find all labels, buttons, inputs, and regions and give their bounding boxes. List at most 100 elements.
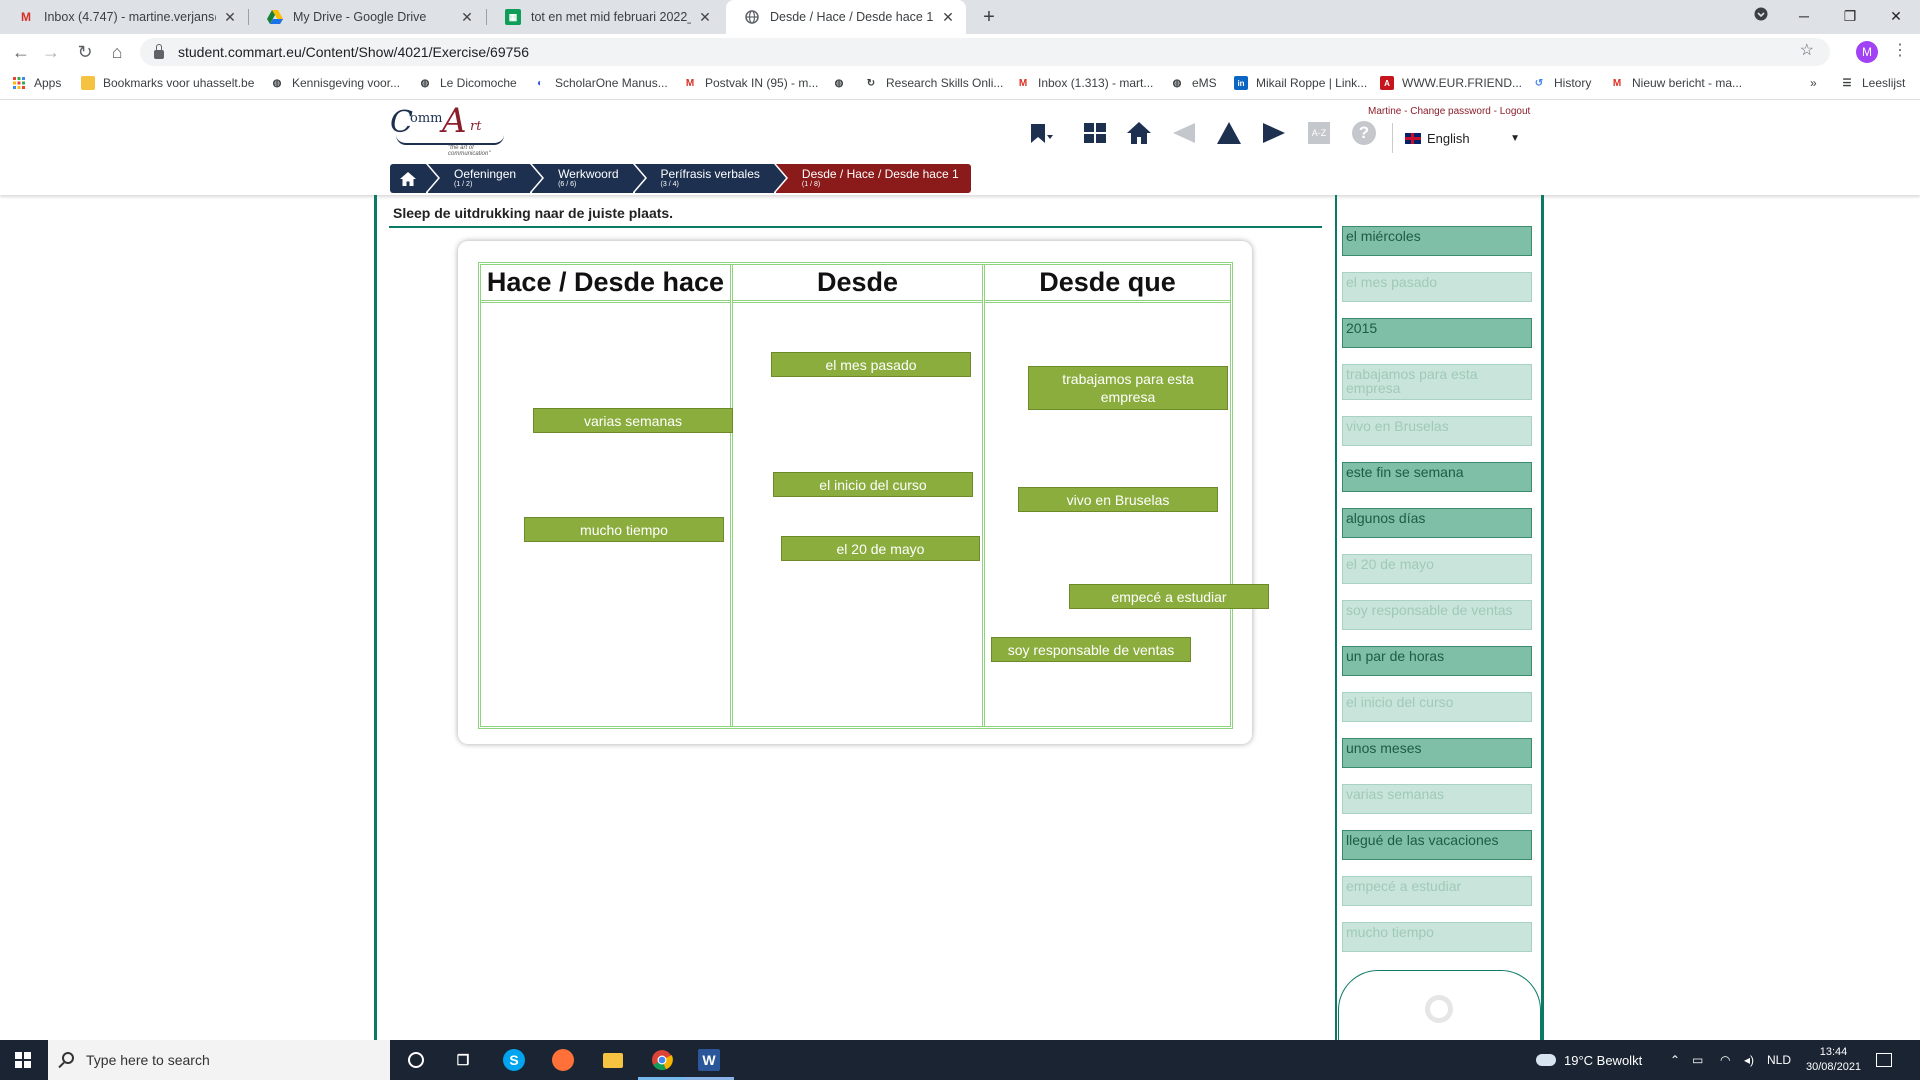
user-links[interactable]: Martine - Change password - Logout — [1368, 106, 1530, 117]
pool-item[interactable]: algunos días — [1342, 508, 1532, 538]
bookmarks-bar: Apps Bookmarks voor uhasselt.be ◍ Kennis… — [0, 70, 1920, 100]
breadcrumb-werkwoord[interactable]: Werkwoord (6 / 6) — [532, 164, 648, 193]
pool-item: empecé a estudiar — [1342, 876, 1532, 906]
pool-item[interactable]: llegué de las vacaciones — [1342, 830, 1532, 860]
bookmark-nieuw-bericht[interactable]: M Nieuw bericht - ma... — [1610, 76, 1742, 90]
back-icon[interactable]: ← — [8, 39, 34, 65]
placed-chip[interactable]: empecé a estudiar — [1069, 584, 1269, 609]
pool-item: mucho tiempo — [1342, 922, 1532, 952]
home-icon — [400, 171, 416, 186]
bookmark-linkedin[interactable]: in Mikail Roppe | Link... — [1234, 76, 1367, 90]
skype-icon[interactable]: S — [503, 1049, 525, 1071]
breadcrumb-perifrasis[interactable]: Perífrasis verbales (3 / 4) — [634, 164, 789, 193]
weather-widget[interactable]: 19°C Bewolkt — [1536, 1040, 1642, 1080]
placed-chip[interactable]: varias semanas — [533, 408, 733, 433]
notifications-icon[interactable] — [1876, 1040, 1892, 1080]
globe-icon: ◍ — [834, 77, 844, 89]
placed-chip[interactable]: el 20 de mayo — [781, 536, 980, 561]
profile-avatar[interactable]: M — [1856, 41, 1878, 63]
placed-chip[interactable]: mucho tiempo — [524, 517, 724, 542]
cortana-icon[interactable] — [404, 1048, 428, 1072]
file-explorer-icon[interactable] — [601, 1048, 625, 1072]
placed-chip[interactable]: soy responsable de ventas — [991, 637, 1191, 662]
bookmark-kennisgeving[interactable]: ◍ Kennisgeving voor... — [270, 76, 400, 90]
language-select[interactable]: English ▼ — [1392, 123, 1528, 153]
bookmark-uhasselt[interactable]: Bookmarks voor uhasselt.be — [81, 76, 254, 90]
taskbar-search-input[interactable]: Type here to search — [48, 1040, 390, 1080]
input-language[interactable]: NLD — [1767, 1040, 1791, 1080]
az-icon[interactable]: A-Z — [1304, 118, 1334, 148]
minimize-icon[interactable]: ─ — [1781, 0, 1827, 34]
placed-chip[interactable]: trabajamos para esta empresa — [1028, 366, 1228, 410]
pool-item[interactable]: el miércoles — [1342, 226, 1532, 256]
star-icon[interactable]: ☆ — [1800, 40, 1814, 60]
bookmark-globe[interactable]: ◍ — [832, 76, 854, 90]
grid-icon[interactable] — [1080, 118, 1110, 148]
chrome-icon[interactable] — [650, 1048, 674, 1072]
column-header: Hace / Desde hace — [481, 265, 730, 303]
restore-icon[interactable]: ❐ — [1827, 0, 1873, 34]
reading-list-icon: ☰ — [1842, 77, 1852, 89]
close-icon[interactable]: ✕ — [459, 9, 475, 26]
close-icon[interactable]: ✕ — [697, 9, 713, 26]
help-icon[interactable]: ? — [1349, 118, 1379, 148]
placed-chip[interactable]: el inicio del curso — [773, 472, 973, 497]
pool-item: soy responsable de ventas — [1342, 600, 1532, 630]
close-icon[interactable]: ✕ — [222, 9, 238, 26]
menu-icon[interactable]: ⋮ — [1892, 40, 1908, 60]
drop-column-hace[interactable]: Hace / Desde hace — [481, 265, 733, 726]
reload-icon[interactable]: ↻ — [72, 39, 98, 65]
commart-logo[interactable]: C omm A rt "the art of communication" — [390, 101, 512, 157]
bookmark-apps[interactable]: Apps — [12, 76, 61, 90]
bookmark-postvak[interactable]: M Postvak IN (95) - m... — [683, 76, 819, 90]
clock-date: 30/08/2021 — [1806, 1061, 1862, 1073]
placed-chip[interactable]: el mes pasado — [771, 352, 971, 377]
reading-list-button[interactable]: ☰ Leeslijst — [1840, 76, 1906, 90]
scholarone-icon: ◐ — [536, 77, 544, 89]
gmail-icon: M — [685, 77, 695, 89]
word-icon[interactable]: W — [698, 1049, 720, 1071]
pool-item[interactable]: este fin se semana — [1342, 462, 1532, 492]
url-text[interactable]: student.commart.eu/Content/Show/4021/Exe… — [178, 44, 529, 60]
battery-icon[interactable]: ▭ — [1692, 1040, 1703, 1080]
tab-exercise[interactable]: Desde / Hace / Desde hace 1 ✕ — [726, 0, 966, 34]
close-icon[interactable]: ✕ — [940, 9, 956, 26]
breadcrumb-oefeningen[interactable]: Oefeningen (1 / 2) — [428, 164, 545, 193]
bookmark-dropdown-icon[interactable] — [1026, 118, 1056, 148]
show-hidden-icons[interactable]: ⌃ — [1670, 1040, 1680, 1080]
windows-start-icon[interactable] — [15, 1052, 31, 1068]
tab-search-icon[interactable] — [1738, 0, 1784, 34]
home-icon[interactable]: ⌂ — [104, 39, 130, 65]
home-icon[interactable] — [1124, 118, 1154, 148]
bookmark-eur-friend[interactable]: A WWW.EUR.FRIEND... — [1380, 76, 1522, 90]
pool-item[interactable]: unos meses — [1342, 738, 1532, 768]
tab-google-drive[interactable]: My Drive - Google Drive ✕ — [249, 0, 485, 34]
close-window-icon[interactable]: ✕ — [1873, 0, 1919, 34]
bookmark-research-skills[interactable]: ↻ Research Skills Onli... — [864, 76, 1004, 90]
clock[interactable]: 13:44 30/08/2021 — [1806, 1040, 1861, 1080]
task-view-icon[interactable]: ❐ — [451, 1048, 475, 1072]
up-arrow-icon[interactable] — [1214, 118, 1244, 148]
pool-item[interactable]: un par de horas — [1342, 646, 1532, 676]
breadcrumb-home[interactable] — [390, 164, 440, 193]
bookmark-ems[interactable]: ◍ eMS — [1170, 76, 1217, 90]
placed-chip[interactable]: vivo en Bruselas — [1018, 487, 1218, 512]
omnibox[interactable]: student.commart.eu/Content/Show/4021/Exe… — [140, 38, 1830, 66]
volume-icon[interactable]: ◂) — [1744, 1040, 1754, 1080]
new-tab-button[interactable]: + — [976, 4, 1002, 30]
firefox-icon[interactable] — [552, 1049, 574, 1071]
uk-flag-icon — [1405, 132, 1421, 144]
forward-icon[interactable]: → — [38, 39, 64, 65]
bookmark-inbox[interactable]: M Inbox (1.313) - mart... — [1016, 76, 1154, 90]
tab-gmail-inbox[interactable]: M Inbox (4.747) - martine.verjans@ ✕ — [0, 0, 248, 34]
tab-google-sheets[interactable]: ▦ tot en met mid februari 2022_Sc ✕ — [487, 0, 723, 34]
bookmark-dicomoche[interactable]: ◍ Le Dicomoche — [418, 76, 517, 90]
bookmark-scholarone[interactable]: ◐ ScholarOne Manus... — [533, 76, 668, 90]
more-bookmarks-button[interactable]: » — [1810, 76, 1817, 90]
wifi-icon[interactable]: ◠ — [1720, 1040, 1730, 1080]
folder-icon — [81, 76, 95, 90]
bookmark-history[interactable]: ↺ History — [1532, 76, 1592, 90]
forward-arrow-icon[interactable] — [1259, 118, 1289, 148]
back-arrow-icon[interactable] — [1169, 118, 1199, 148]
pool-item[interactable]: 2015 — [1342, 318, 1532, 348]
